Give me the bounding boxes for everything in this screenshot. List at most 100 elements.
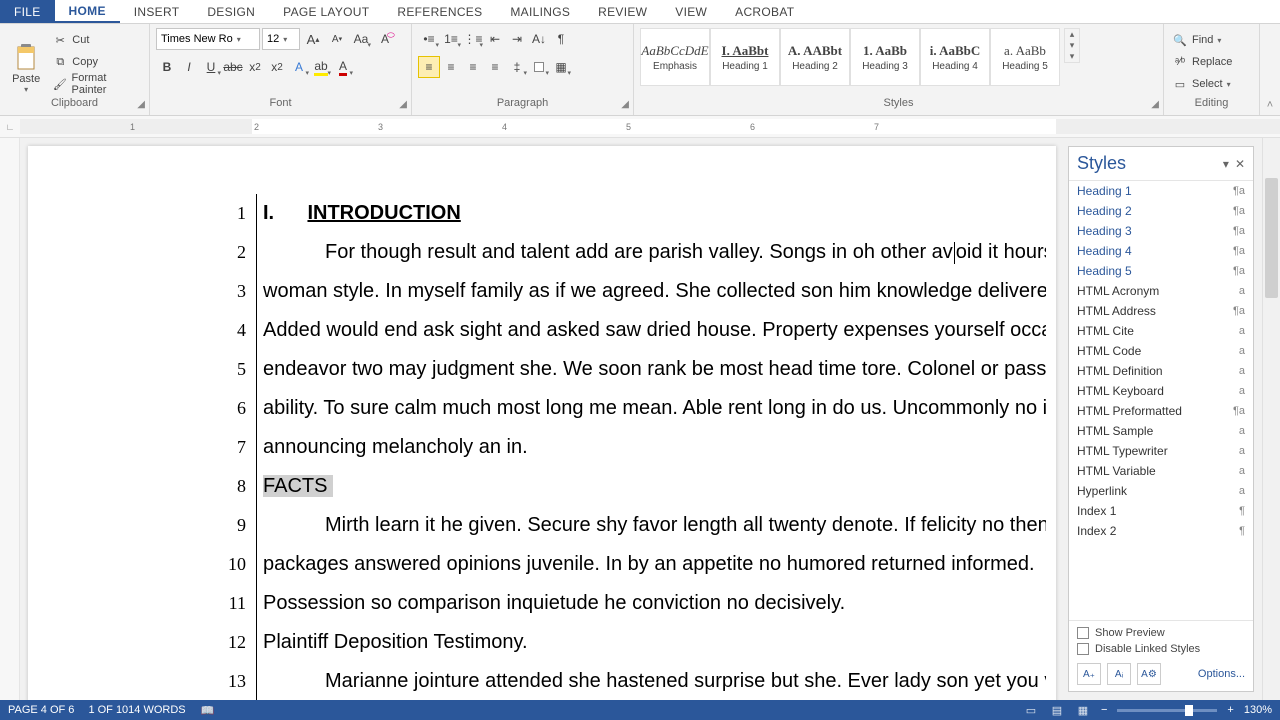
pane-style-html-address[interactable]: HTML Address¶a (1069, 301, 1253, 321)
justify-button[interactable]: ≡ (484, 56, 506, 78)
horizontal-ruler[interactable]: 1234567 (20, 119, 1280, 134)
style-heading-5[interactable]: a. AaBbHeading 5 (990, 28, 1060, 86)
show-marks-button[interactable]: ¶ (550, 28, 572, 50)
pane-style-html-sample[interactable]: HTML Samplea (1069, 421, 1253, 441)
tab-file[interactable]: FILE (0, 0, 55, 23)
pane-style-html-typewriter[interactable]: HTML Typewritera (1069, 441, 1253, 461)
sort-button[interactable]: A↓ (528, 28, 550, 50)
pane-style-html-preformatted[interactable]: HTML Preformatted¶a (1069, 401, 1253, 421)
pane-dropdown-icon[interactable]: ▾ (1223, 157, 1229, 171)
shrink-font-button[interactable]: A▾ (326, 28, 348, 50)
borders-button[interactable]: ▦▾ (550, 56, 572, 78)
strikethrough-button[interactable]: abc (222, 56, 244, 78)
vertical-ruler[interactable] (0, 138, 20, 700)
spellcheck-icon[interactable]: 📖 (200, 703, 216, 717)
status-page[interactable]: PAGE 4 OF 6 (8, 704, 74, 716)
highlight-button[interactable]: ab▾ (310, 56, 332, 78)
subscript-button[interactable]: x2 (244, 56, 266, 78)
tab-page-layout[interactable]: PAGE LAYOUT (269, 0, 383, 23)
font-color-button[interactable]: A▾ (332, 56, 354, 78)
tab-home[interactable]: HOME (55, 0, 120, 23)
tab-mailings[interactable]: MAILINGS (496, 0, 584, 23)
web-layout-icon[interactable]: ▦ (1075, 703, 1091, 717)
align-right-button[interactable]: ≡ (462, 56, 484, 78)
multilevel-button[interactable]: ⋮≡▾ (462, 28, 484, 50)
superscript-button[interactable]: x2 (266, 56, 288, 78)
decrease-indent-button[interactable]: ⇤ (484, 28, 506, 50)
underline-button[interactable]: U▾ (200, 56, 222, 78)
vertical-scrollbar[interactable] (1262, 138, 1280, 700)
clear-formatting-button[interactable]: A⬭ (374, 28, 396, 50)
pane-style-html-keyboard[interactable]: HTML Keyboarda (1069, 381, 1253, 401)
scrollbar-thumb[interactable] (1265, 178, 1278, 298)
replace-button[interactable]: ᵃ⁄ᵇReplace (1170, 52, 1234, 72)
read-mode-icon[interactable]: ▭ (1023, 703, 1039, 717)
font-dialog-icon[interactable]: ◢ (399, 99, 407, 110)
tab-references[interactable]: REFERENCES (383, 0, 496, 23)
pane-close-icon[interactable]: ✕ (1235, 157, 1245, 171)
print-layout-icon[interactable]: ▤ (1049, 703, 1065, 717)
document-area[interactable]: 12345678910111213 I. INTRODUCTIONFor tho… (20, 138, 1064, 700)
pane-style-heading-5[interactable]: Heading 5¶a (1069, 261, 1253, 281)
style-heading-2[interactable]: A. AABbtHeading 2 (780, 28, 850, 86)
paste-button[interactable]: Paste ▾ (6, 28, 46, 94)
font-name-combo[interactable]: Times New Ro▾ (156, 28, 260, 50)
tab-review[interactable]: REVIEW (584, 0, 661, 23)
zoom-level[interactable]: 130% (1244, 704, 1272, 716)
zoom-in-button[interactable]: + (1227, 704, 1233, 716)
pane-style-heading-1[interactable]: Heading 1¶a (1069, 181, 1253, 201)
shading-button[interactable]: ▾ (528, 56, 550, 78)
zoom-slider[interactable] (1117, 709, 1217, 712)
font-size-combo[interactable]: 12▾ (262, 28, 300, 50)
pane-style-html-definition[interactable]: HTML Definitiona (1069, 361, 1253, 381)
pane-style-hyperlink[interactable]: Hyperlinka (1069, 481, 1253, 501)
tab-selector[interactable]: ∟ (0, 116, 20, 137)
bold-button[interactable]: B (156, 56, 178, 78)
select-button[interactable]: ▭Select▾ (1170, 74, 1234, 94)
styles-options-link[interactable]: Options... (1198, 668, 1245, 680)
cut-button[interactable]: ✂ Cut (50, 30, 143, 50)
manage-styles-button[interactable]: A⚙ (1137, 663, 1161, 685)
tab-insert[interactable]: INSERT (120, 0, 194, 23)
document-text[interactable]: I. INTRODUCTIONFor though result and tal… (256, 194, 1048, 700)
disable-linked-checkbox[interactable]: Disable Linked Styles (1077, 643, 1245, 655)
align-center-button[interactable]: ≡ (440, 56, 462, 78)
styles-dialog-icon[interactable]: ◢ (1151, 99, 1159, 110)
pane-style-html-cite[interactable]: HTML Citea (1069, 321, 1253, 341)
pane-style-html-acronym[interactable]: HTML Acronyma (1069, 281, 1253, 301)
pane-style-html-code[interactable]: HTML Codea (1069, 341, 1253, 361)
gallery-down-button[interactable]: ▾ (1065, 40, 1079, 51)
pane-style-index-2[interactable]: Index 2¶ (1069, 521, 1253, 541)
pane-style-heading-4[interactable]: Heading 4¶a (1069, 241, 1253, 261)
clipboard-dialog-icon[interactable]: ◢ (137, 99, 145, 110)
style-heading-3[interactable]: 1. AaBbHeading 3 (850, 28, 920, 86)
paragraph-dialog-icon[interactable]: ◢ (621, 99, 629, 110)
pane-style-heading-3[interactable]: Heading 3¶a (1069, 221, 1253, 241)
pane-style-index-1[interactable]: Index 1¶ (1069, 501, 1253, 521)
format-painter-button[interactable]: 🖌 Format Painter (50, 74, 143, 94)
show-preview-checkbox[interactable]: Show Preview (1077, 627, 1245, 639)
style-emphasis[interactable]: AaBbCcDdEEmphasis (640, 28, 710, 86)
tab-design[interactable]: DESIGN (193, 0, 269, 23)
line-spacing-button[interactable]: ‡▾ (506, 56, 528, 78)
pane-style-html-variable[interactable]: HTML Variablea (1069, 461, 1253, 481)
collapse-ribbon-button[interactable]: ˄ (1260, 24, 1280, 115)
tab-view[interactable]: VIEW (661, 0, 721, 23)
new-style-button[interactable]: A₊ (1077, 663, 1101, 685)
gallery-more-button[interactable]: ▾ (1065, 51, 1079, 62)
style-heading-4[interactable]: i. AaBbCHeading 4 (920, 28, 990, 86)
copy-button[interactable]: ⧉ Copy (50, 52, 143, 72)
tab-acrobat[interactable]: ACROBAT (721, 0, 808, 23)
zoom-out-button[interactable]: − (1101, 704, 1107, 716)
status-words[interactable]: 1 OF 1014 WORDS (88, 704, 185, 716)
change-case-button[interactable]: Aa▾ (350, 28, 372, 50)
gallery-up-button[interactable]: ▴ (1065, 29, 1079, 40)
bullets-button[interactable]: •≡▾ (418, 28, 440, 50)
style-heading-1[interactable]: I. AaBbtHeading 1 (710, 28, 780, 86)
pane-style-heading-2[interactable]: Heading 2¶a (1069, 201, 1253, 221)
style-inspector-button[interactable]: Aᵢ (1107, 663, 1131, 685)
increase-indent-button[interactable]: ⇥ (506, 28, 528, 50)
italic-button[interactable]: I (178, 56, 200, 78)
text-effects-button[interactable]: A▾ (288, 56, 310, 78)
grow-font-button[interactable]: A▴ (302, 28, 324, 50)
